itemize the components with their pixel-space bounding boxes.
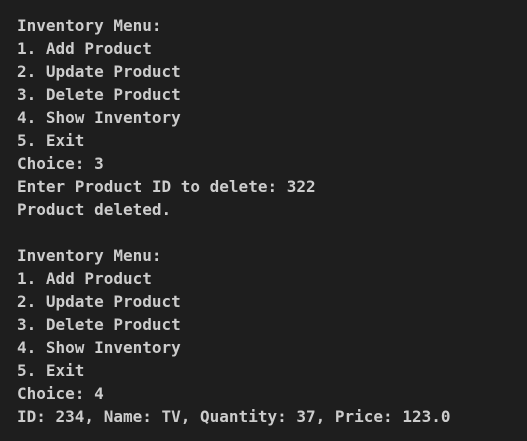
terminal-line-status: Product deleted. (17, 200, 172, 219)
terminal-line-menu-option: 1. Add Product (17, 39, 152, 58)
terminal-line-inventory-record: ID: 234, Name: TV, Quantity: 37, Price: … (17, 407, 451, 426)
terminal-line-menu-option: 1. Add Product (17, 269, 152, 288)
terminal-line-menu-option: 5. Exit (17, 131, 85, 150)
terminal-line-menu-option: 3. Delete Product (17, 85, 181, 104)
terminal-line-menu-option: 5. Exit (17, 361, 85, 380)
terminal-line-choice: Choice: 3 (17, 154, 104, 173)
terminal-line-menu-option: 4. Show Inventory (17, 338, 181, 357)
terminal-line-menu-option: 4. Show Inventory (17, 108, 181, 127)
terminal-output[interactable]: Inventory Menu: 1. Add Product 2. Update… (0, 0, 527, 441)
terminal-line-menu-option: 2. Update Product (17, 62, 181, 81)
terminal-line-choice: Choice: 4 (17, 384, 104, 403)
terminal-line-menu-title: Inventory Menu: (17, 246, 162, 265)
terminal-line-menu-option: 3. Delete Product (17, 315, 181, 334)
terminal-line-menu-option: 2. Update Product (17, 292, 181, 311)
terminal-line-menu-title: Inventory Menu: (17, 16, 162, 35)
terminal-line-prompt: Enter Product ID to delete: 322 (17, 177, 316, 196)
